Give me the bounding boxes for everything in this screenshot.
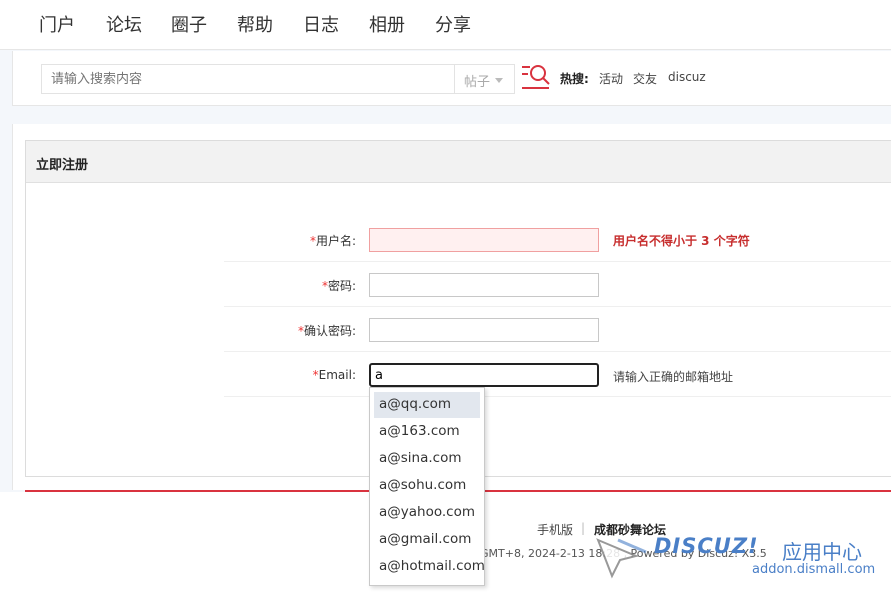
confirm-password-label-text: 确认密码: [303, 324, 356, 338]
register-header: 立即注册 [26, 141, 891, 183]
email-suggestion-item[interactable]: a@yahoo.com [374, 500, 480, 526]
email-suggestion-item[interactable]: a@sina.com [374, 446, 480, 472]
email-suggestion-item[interactable]: a@hotmail.com [374, 554, 485, 580]
hot-search-link[interactable]: discuz [668, 70, 706, 84]
row-divider [224, 396, 891, 397]
top-navigation: 门户 论坛 圈子 帮助 日志 相册 分享 [0, 0, 891, 50]
search-type-label: 帖子 [464, 75, 491, 90]
nav-item-portal[interactable]: 门户 [39, 11, 75, 37]
email-label-text: Email: [318, 368, 356, 382]
password-field[interactable] [369, 273, 599, 297]
mobile-link[interactable]: 手机版 [537, 521, 573, 538]
row-divider [224, 306, 891, 307]
hot-search-label: 热搜: [560, 72, 589, 86]
email-suggestion-item[interactable]: a@163.com [374, 419, 480, 445]
nav-item-share[interactable]: 分享 [435, 11, 471, 37]
username-error-message: 用户名不得小于 3 个字符 [613, 234, 750, 248]
search-bar: 帖子 热搜: 活动 交友 discuz [12, 51, 891, 106]
watermark-url: addon.dismall.com [752, 562, 876, 577]
password-label: *密码: [236, 277, 356, 294]
nav-item-help[interactable]: 帮助 [237, 11, 273, 37]
email-field[interactable] [369, 363, 599, 387]
confirm-password-field[interactable] [369, 318, 599, 342]
confirm-password-label: *确认密码: [236, 322, 356, 339]
email-suggestion-item[interactable]: a@sohu.com [374, 473, 480, 499]
nav-item-album[interactable]: 相册 [369, 11, 405, 37]
username-field[interactable] [369, 228, 599, 252]
username-label: *用户名: [236, 232, 356, 249]
page-title: 立即注册 [36, 158, 89, 173]
cursor-arrow-icon [596, 538, 647, 579]
email-suggestion-item[interactable]: a@gmail.com [374, 527, 480, 553]
nav-item-forum[interactable]: 论坛 [106, 11, 142, 37]
hot-search-link[interactable]: 交友 [633, 70, 657, 87]
discuz-logo-text: DISCUZ! [654, 534, 759, 558]
discuz-app-center-text: 应用中心 [782, 540, 862, 564]
search-icon[interactable] [521, 62, 551, 92]
row-divider [224, 261, 891, 262]
email-suggestion-item[interactable]: a@qq.com [374, 392, 480, 418]
footer-separator: | [581, 521, 586, 535]
nav-item-blog[interactable]: 日志 [303, 11, 339, 37]
email-tip-message: 请输入正确的邮箱地址 [613, 370, 734, 384]
username-label-text: 用户名: [315, 234, 356, 248]
chevron-down-icon [495, 78, 503, 83]
email-suggestion-dropdown: a@qq.com a@163.com a@sina.com a@sohu.com… [369, 387, 485, 586]
section-gap [12, 106, 891, 124]
hot-search-link[interactable]: 活动 [599, 70, 623, 87]
discuz-watermark: DISCUZ! 应用中心 addon.dismall.com [592, 530, 882, 585]
search-type-select[interactable]: 帖子 [454, 64, 515, 94]
password-label-text: 密码: [327, 279, 356, 293]
email-label: *Email: [236, 368, 356, 382]
row-divider [224, 351, 891, 352]
search-input[interactable] [41, 64, 454, 94]
nav-item-circle[interactable]: 圈子 [171, 11, 207, 37]
